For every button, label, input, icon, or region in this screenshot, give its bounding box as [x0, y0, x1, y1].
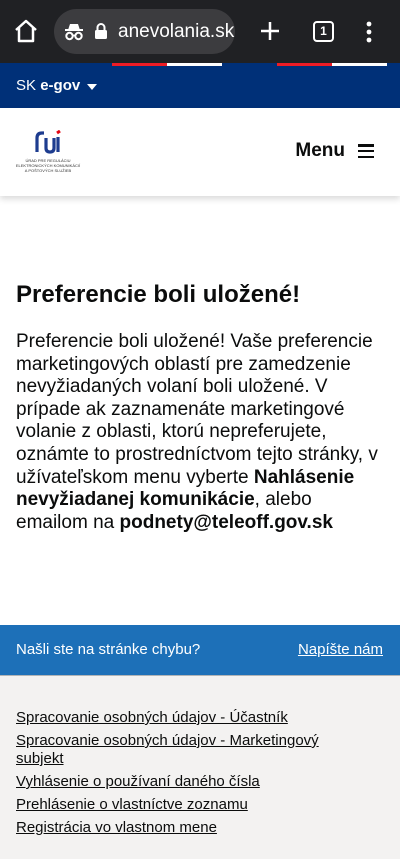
- flag-stripe-red: [277, 63, 332, 66]
- flag-stripe-red: [112, 63, 167, 66]
- incognito-icon: [65, 24, 83, 41]
- feedback-bar: Našli ste na stránke chybu? Napíšte nám: [0, 625, 400, 675]
- footer-link-item[interactable]: Spracovanie osobných údajov - Marketingo…: [16, 732, 346, 768]
- footer-link-item[interactable]: Prehlásenie o vlastníctve zoznamu: [16, 796, 346, 814]
- logo-mark-icon: [35, 130, 61, 154]
- footer-link-item[interactable]: Vyhlásenie o používaní daného čísla: [16, 773, 346, 791]
- url-text[interactable]: anevolania.sk: [118, 20, 234, 44]
- regulator-logo[interactable]: ÚRAD PRE REGULÁCIU ELEKTRONICKÝCH KOMUNI…: [15, 130, 81, 176]
- feedback-link[interactable]: Napíšte nám: [298, 641, 383, 659]
- egov-brand: e-gov: [40, 77, 81, 94]
- caret-down-icon[interactable]: [87, 84, 97, 90]
- egov-prefix: SK: [16, 77, 37, 94]
- logo-text-line-3: A POŠTOVÝCH SLUŽIEB: [24, 168, 72, 173]
- contact-email: podnety@teleoff.gov.sk: [119, 511, 333, 533]
- footer-link-item[interactable]: Registrácia vo vlastnom mene: [16, 819, 346, 837]
- site-header: ÚRAD PRE REGULÁCIU ELEKTRONICKÝCH KOMUNI…: [0, 108, 400, 196]
- lock-icon: [95, 23, 107, 39]
- confirmation-message: Preferencie boli uložené! Vaše preferenc…: [16, 331, 378, 533]
- main-content: Preferencie boli uložené! Preferencie bo…: [16, 280, 388, 534]
- tab-counter-icon[interactable]: 1: [313, 21, 334, 42]
- kebab-menu-icon[interactable]: [362, 20, 376, 44]
- site-footer: Spracovanie osobných údajov - Účastník S…: [0, 675, 400, 859]
- footer-link-item[interactable]: Spracovanie osobných údajov - Účastník: [16, 709, 346, 727]
- plus-icon[interactable]: [258, 19, 282, 43]
- gov-bar[interactable]: SK e-gov: [0, 63, 400, 108]
- page-title: Preferencie boli uložené!: [16, 281, 301, 308]
- egov-label[interactable]: SK e-gov: [16, 77, 80, 95]
- flag-stripe-white: [167, 63, 222, 66]
- browser-toolbar: anevolania.sk 1: [0, 0, 400, 63]
- address-bar[interactable]: anevolania.sk: [54, 9, 235, 54]
- menu-label: Menu: [295, 140, 345, 161]
- home-icon[interactable]: [13, 18, 39, 44]
- flag-stripe-white: [332, 63, 387, 66]
- feedback-question: Našli ste na stránke chybu?: [16, 641, 201, 658]
- hamburger-icon: [358, 144, 374, 158]
- menu-button[interactable]: Menu: [295, 139, 374, 163]
- footer-links: Spracovanie osobných údajov - Účastník S…: [16, 709, 346, 842]
